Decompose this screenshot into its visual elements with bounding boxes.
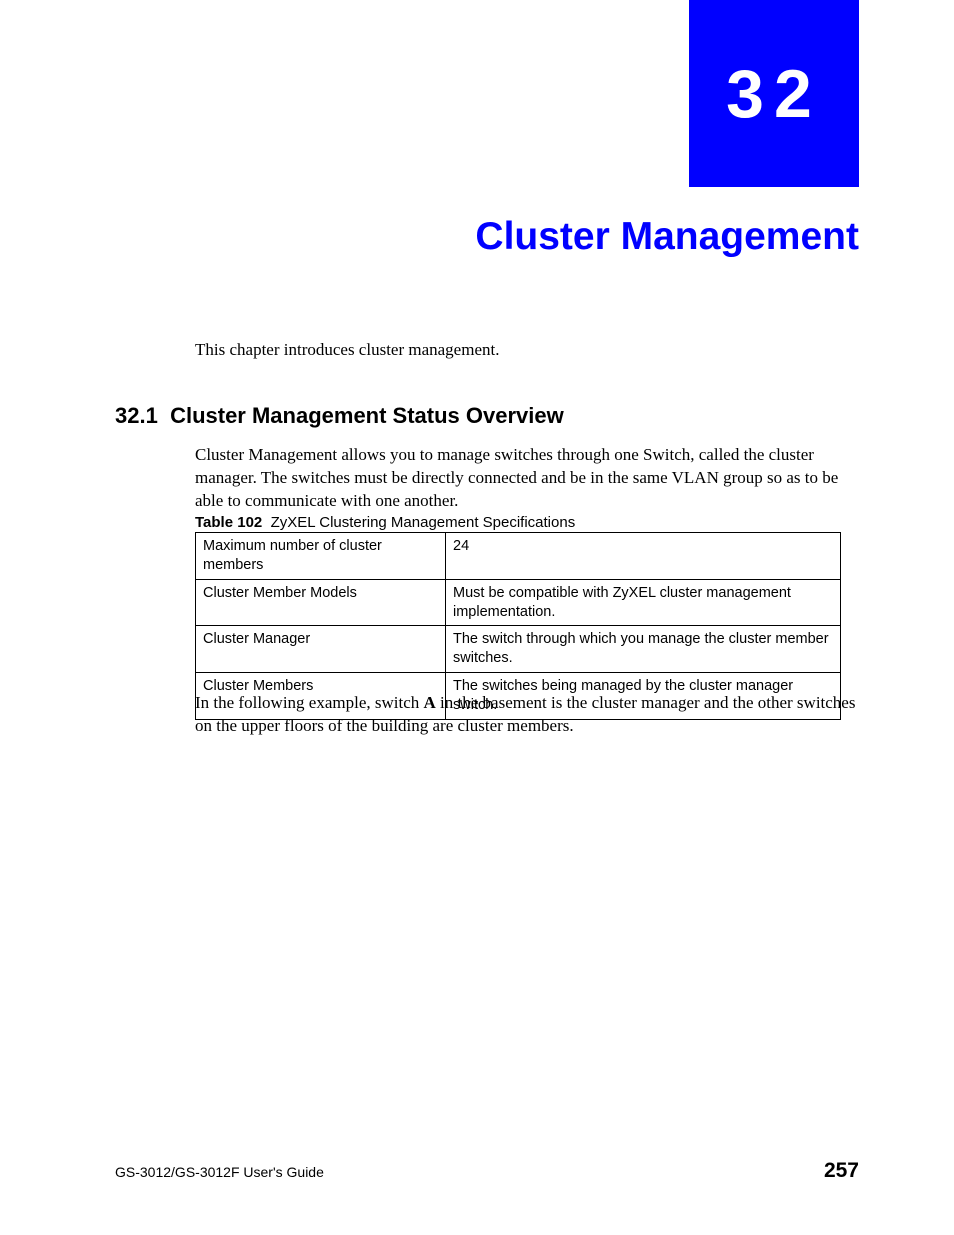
table-cell-label: Cluster Member Models [196,579,446,626]
section-paragraph-2: In the following example, switch A in th… [195,692,859,738]
footer-guide-title: GS-3012/GS-3012F User's Guide [115,1164,324,1180]
page-footer: GS-3012/GS-3012F User's Guide 257 [115,1159,859,1183]
footer-page-number: 257 [824,1159,859,1183]
table-cell-label: Maximum number of cluster members [196,533,446,580]
table-cell-label: Cluster Manager [196,626,446,673]
chapter-number-box: 32 [689,0,859,187]
table-caption: Table 102 ZyXEL Clustering Management Sp… [195,514,575,531]
chapter-number: 32 [726,55,822,133]
page: 32 Cluster Management This chapter intro… [0,0,954,1235]
chapter-title: Cluster Management [475,215,859,259]
table-caption-label: Table 102 [195,514,262,531]
table-row: Cluster Member Models Must be compatible… [196,579,841,626]
para2-pre: In the following example, switch [195,693,424,712]
para2-bold: A [424,693,436,712]
section-number: 32.1 [115,403,158,428]
section-heading: 32.1 Cluster Management Status Overview [115,403,564,429]
table-cell-value: Must be compatible with ZyXEL cluster ma… [446,579,841,626]
section-title: Cluster Management Status Overview [170,403,564,428]
table-cell-value: The switch through which you manage the … [446,626,841,673]
table-row: Maximum number of cluster members 24 [196,533,841,580]
table-caption-text: ZyXEL Clustering Management Specificatio… [271,514,576,531]
table-cell-value: 24 [446,533,841,580]
table-row: Cluster Manager The switch through which… [196,626,841,673]
chapter-intro-text: This chapter introduces cluster manageme… [195,340,499,360]
section-paragraph-1: Cluster Management allows you to manage … [195,444,859,513]
